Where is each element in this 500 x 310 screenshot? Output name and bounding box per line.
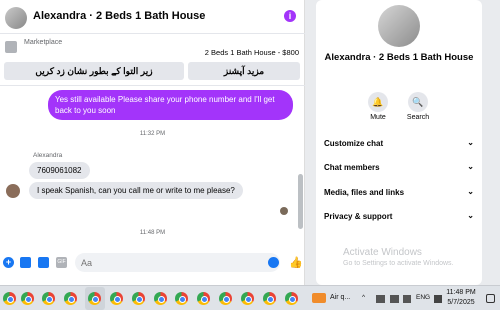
more-options-button[interactable]: مزید آپشنز (188, 62, 300, 80)
chrome-taskbar-icon[interactable] (64, 292, 77, 305)
marketplace-card: Marketplace 2 Beds 1 Bath House - $800 ز… (0, 36, 305, 86)
chrome-taskbar-icon[interactable] (175, 292, 188, 305)
marketplace-label: Marketplace (24, 39, 63, 46)
chrome-taskbar-icon[interactable] (285, 292, 298, 305)
message-input[interactable] (75, 253, 280, 272)
chrome-taskbar-icon[interactable] (132, 292, 145, 305)
composer: + GIF 👍 (0, 250, 305, 275)
section-privacy-support[interactable]: Privacy & support ⌄ (324, 211, 474, 228)
chrome-taskbar-icon[interactable] (42, 292, 55, 305)
app-window: Alexandra · 2 Beds 1 Bath House i Market… (0, 0, 500, 310)
info-icon[interactable]: i (284, 10, 296, 22)
message-list: Yes still available Please share your ph… (0, 87, 305, 247)
conversation-title[interactable]: Alexandra · 2 Beds 1 Bath House (33, 10, 205, 22)
timestamp: 11:32 PM (139, 131, 166, 137)
search-label: Search (406, 114, 430, 121)
incoming-message[interactable]: I speak Spanish, can you call me or writ… (29, 182, 243, 199)
read-receipt-avatar (280, 207, 288, 215)
info-title: Alexandra · 2 Beds 1 Bath House (324, 52, 474, 63)
chrome-taskbar-icon[interactable] (21, 292, 34, 305)
activate-windows-title: Activate Windows (343, 247, 422, 258)
bell-icon: 🔔 (368, 92, 388, 112)
tray-app-icon[interactable] (390, 295, 399, 303)
chrome-taskbar-icon[interactable] (110, 292, 123, 305)
photo-icon[interactable] (20, 257, 31, 268)
section-customize-chat[interactable]: Customize chat ⌄ (324, 138, 474, 155)
avatar[interactable] (5, 7, 27, 29)
section-label: Chat members (324, 163, 380, 172)
search-icon: 🔍 (408, 92, 428, 112)
mark-pending-button[interactable]: زیر التوا کے بطور نشان زد کریں (4, 62, 184, 80)
weather-icon[interactable] (312, 293, 326, 303)
chat-pane: Alexandra · 2 Beds 1 Bath House i Market… (0, 0, 305, 285)
gif-icon[interactable]: GIF (56, 257, 67, 268)
section-media-files-links[interactable]: Media, files and links ⌄ (324, 187, 474, 204)
avatar[interactable] (378, 5, 420, 47)
emoji-icon[interactable] (268, 257, 279, 268)
listing-title[interactable]: 2 Beds 1 Bath House - $800 (205, 48, 299, 57)
mute-label: Mute (370, 114, 386, 121)
chrome-taskbar-icon[interactable] (219, 292, 232, 305)
notification-icon[interactable] (486, 294, 495, 303)
chrome-taskbar-icon[interactable] (88, 292, 101, 305)
chevron-down-icon: ⌄ (467, 138, 474, 147)
like-icon[interactable]: 👍 (289, 256, 303, 269)
sticker-icon[interactable] (38, 257, 49, 268)
mute-button[interactable]: 🔔 Mute (366, 92, 390, 121)
section-label: Customize chat (324, 139, 384, 148)
sender-avatar[interactable] (6, 184, 20, 198)
chrome-taskbar-icon[interactable] (3, 292, 16, 305)
clock-time[interactable]: 11:48 PM (441, 289, 481, 296)
chrome-taskbar-icon[interactable] (197, 292, 210, 305)
chevron-down-icon: ⌄ (467, 211, 474, 220)
chrome-taskbar-icon[interactable] (241, 292, 254, 305)
weather-text[interactable]: Air q... (330, 294, 350, 301)
timestamp: 11:48 PM (139, 230, 166, 236)
outgoing-message[interactable]: Yes still available Please share your ph… (48, 90, 293, 120)
tray-app-icon[interactable] (376, 295, 385, 303)
chat-header: Alexandra · 2 Beds 1 Bath House i (0, 0, 305, 34)
language-indicator[interactable]: ENG (416, 294, 430, 301)
conversation-info-panel: Alexandra · 2 Beds 1 Bath House 🔔 Mute 🔍… (316, 0, 482, 285)
chevron-down-icon: ⌄ (467, 187, 474, 196)
scrollbar[interactable] (298, 174, 303, 229)
listing-thumbnail[interactable] (5, 41, 17, 53)
tray-app-icon[interactable] (403, 295, 411, 303)
chrome-taskbar-icon[interactable] (154, 292, 167, 305)
taskbar: Air q... ^ ENG 11:48 PM 5/7/2025 (0, 285, 500, 310)
section-chat-members[interactable]: Chat members ⌄ (324, 162, 474, 179)
section-label: Media, files and links (324, 188, 405, 197)
plus-icon[interactable]: + (3, 257, 14, 268)
section-label: Privacy & support (324, 212, 393, 221)
tray-overflow-icon[interactable]: ^ (362, 294, 365, 301)
search-button[interactable]: 🔍 Search (406, 92, 430, 121)
chevron-down-icon: ⌄ (467, 162, 474, 171)
activate-windows-subtitle: Go to Settings to activate Windows. (343, 260, 454, 267)
incoming-message[interactable]: 7609061082 (29, 162, 90, 179)
chrome-taskbar-icon[interactable] (263, 292, 276, 305)
clock-date[interactable]: 5/7/2025 (441, 299, 481, 306)
sender-name: Alexandra (33, 152, 63, 159)
